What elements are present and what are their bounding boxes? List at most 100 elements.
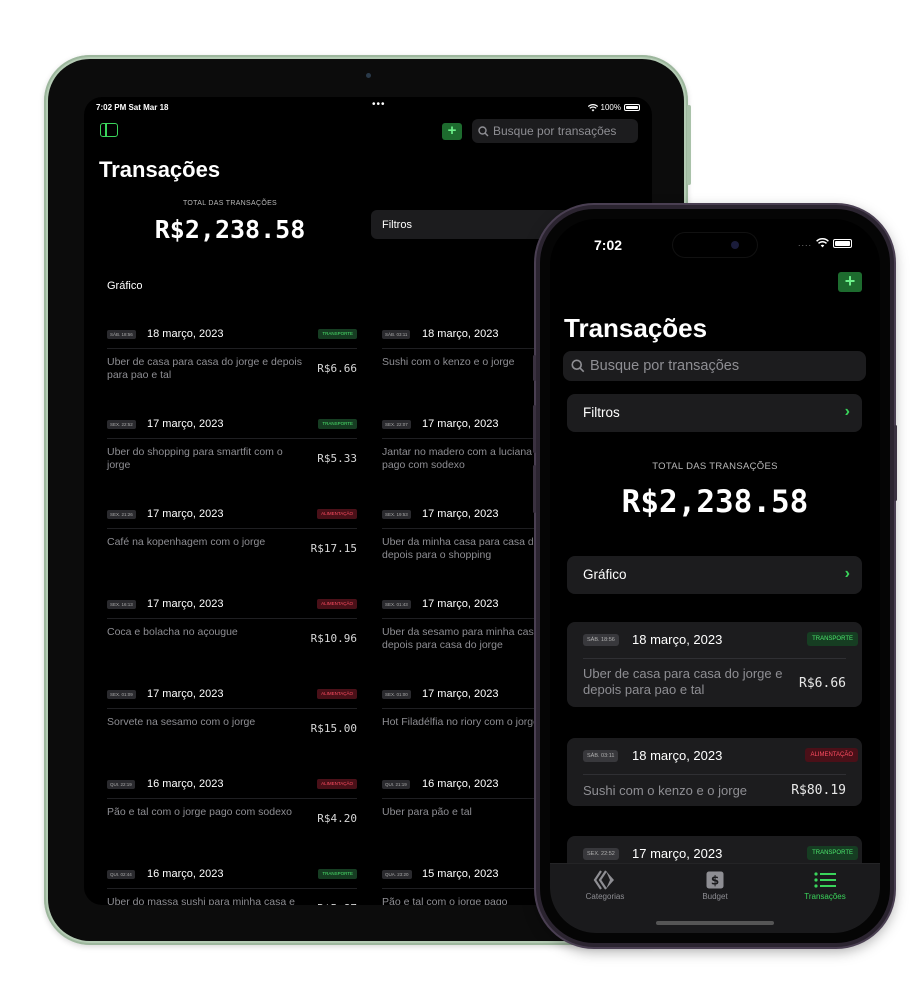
transaction-description: Pão e tal com o jorge pago com sodexo	[107, 806, 293, 818]
iphone-search-input[interactable]: Busque por transações	[563, 351, 866, 381]
tab-label: Transações	[804, 892, 846, 901]
transaction-timestamp: QUA. 23:20	[382, 870, 412, 879]
transaction-date: 17 março, 2023	[632, 846, 723, 861]
transaction-header: SÁB. 18:56 18 março, 2023 TRANSPORTE	[583, 622, 858, 659]
transaction-timestamp: SEX. 01:09	[107, 690, 136, 699]
transaction-timestamp: SÁB. 18:56	[107, 330, 136, 339]
iphone-total-value: R$2,238.58	[621, 484, 809, 520]
chevron-right-icon: ›	[844, 565, 850, 582]
iphone-volume-up	[533, 405, 536, 453]
iphone-total-label: TOTAL DAS TRANSAÇÕES	[652, 461, 778, 472]
ipad-total-value: R$2,238.58	[154, 215, 306, 244]
ipad-status-bar: 7:02 PM Sat Mar 18 ••• 100%	[96, 99, 640, 115]
ipad-chart-label: Gráfico	[107, 280, 143, 292]
search-icon	[571, 359, 585, 373]
transaction-date: 17 março, 2023	[422, 418, 499, 430]
transaction-date: 17 março, 2023	[422, 508, 499, 520]
category-badge: TRANSPORTE	[318, 419, 357, 429]
iphone-transaction-card[interactable]: SÁB. 03:11 18 março, 2023 ALIMENTAÇÃO Su…	[567, 738, 862, 806]
transaction-description: Uber do shopping para smartfit com o jor…	[107, 446, 283, 471]
transaction-timestamp: QUI. 21:19	[382, 780, 410, 789]
transaction-date: 17 março, 2023	[147, 598, 224, 610]
transaction-header: QUI. 22:19 16 março, 2023 ALIMENTAÇÃO	[107, 777, 357, 799]
transaction-date: 17 março, 2023	[147, 418, 224, 430]
transaction-timestamp: SEX. 01:00	[382, 690, 411, 699]
transaction-date: 17 março, 2023	[422, 598, 499, 610]
transaction-header: SÁB. 03:11 18 março, 2023 ALIMENTAÇÃO	[583, 738, 858, 775]
ipad-status-right: 100%	[587, 103, 640, 112]
iphone-filters-row[interactable]: Filtros ›	[567, 394, 862, 432]
dynamic-island	[673, 233, 757, 257]
transaction-description: Uber de casa para casa do jorge e depois…	[583, 666, 783, 697]
iphone-transaction-card[interactable]: SÁB. 18:56 18 março, 2023 TRANSPORTE Ube…	[567, 622, 862, 707]
transaction-date: 17 março, 2023	[147, 688, 224, 700]
iphone-device: 7:02 .... + Transações Busque por transa…	[533, 205, 897, 947]
transaction-header: SEX. 16:13 17 março, 2023 ALIMENTAÇÃO	[107, 597, 357, 619]
tab-transacoes[interactable]: Transações	[780, 868, 870, 901]
ipad-transaction-card[interactable]: SÁB. 18:56 18 março, 2023 TRANSPORTE Uber d…	[107, 327, 357, 407]
ipad-transaction-card[interactable]: SEX. 01:09 17 março, 2023 ALIMENTAÇÃO Sorve…	[107, 687, 357, 767]
transaction-header: SEX. 01:09 17 março, 2023 ALIMENTAÇÃO	[107, 687, 357, 709]
transaction-timestamp: SEX. 22:52	[583, 848, 619, 860]
add-transaction-button[interactable]: +	[442, 123, 462, 140]
ipad-transaction-card[interactable]: QUI. 22:19 16 março, 2023 ALIMENTAÇÃO Pão e…	[107, 777, 357, 857]
transaction-timestamp: SÁB. 03:11	[382, 330, 411, 339]
transaction-description: Café na kopenhagem com o jorge	[107, 536, 266, 548]
ipad-transaction-card[interactable]: SEX. 16:13 17 março, 2023 ALIMENTAÇÃO Coca …	[107, 597, 357, 677]
iphone-screen: 7:02 .... + Transações Busque por transa…	[550, 219, 880, 933]
transaction-timestamp: QUI. 02:44	[107, 870, 135, 879]
tab-label: Categorias	[585, 892, 625, 901]
iphone-action-button	[533, 355, 536, 381]
transaction-header: QUI. 02:44 16 março, 2023 TRANSPORTE	[107, 867, 357, 889]
ipad-search-input[interactable]: Busque por transações	[472, 119, 638, 143]
transaction-amount: R$6.66	[799, 676, 846, 691]
transaction-description: Uber do massa sushi para minha casa e	[107, 896, 295, 905]
ipad-page-title: Transações	[99, 157, 221, 182]
signal-icon: ....	[797, 238, 812, 248]
transaction-date: 18 março, 2023	[632, 748, 723, 763]
transaction-description: Coca e bolacha no açougue	[107, 626, 238, 638]
ipad-side-button	[687, 125, 691, 185]
sidebar-toggle-icon[interactable]	[100, 123, 118, 137]
transaction-date: 15 março, 2023	[422, 868, 499, 880]
transaction-timestamp: SEX. 01:43	[382, 600, 411, 609]
ipad-transaction-card[interactable]: SEX. 22:52 17 março, 2023 TRANSPORTE Uber d…	[107, 417, 357, 497]
category-badge: TRANSPORTE	[318, 329, 357, 339]
transaction-amount: R$5.33	[317, 452, 357, 465]
transaction-date: 16 março, 2023	[147, 778, 224, 790]
ipad-transaction-card[interactable]: SEX. 21:26 17 março, 2023 ALIMENTAÇÃO Café …	[107, 507, 357, 587]
transaction-timestamp: SÁB. 18:56	[583, 634, 619, 646]
transaction-timestamp: SEX. 19:53	[382, 510, 411, 519]
tab-label: Budget	[702, 892, 728, 901]
transaction-timestamp: QUI. 22:19	[107, 780, 135, 789]
transaction-description: Sushi com o kenzo e o jorge	[583, 783, 748, 798]
iphone-status-right: ....	[798, 238, 852, 248]
ipad-chart-row[interactable]: Gráfico	[107, 280, 142, 292]
ipad-battery-percent: 100%	[600, 103, 621, 112]
battery-icon	[624, 104, 640, 111]
iphone-chart-row[interactable]: Gráfico ›	[567, 556, 862, 594]
tab-categorias[interactable]: Categorias	[560, 868, 650, 901]
ipad-transaction-card[interactable]: QUI. 02:44 16 março, 2023 TRANSPORTE Uber d…	[107, 867, 357, 905]
transaction-amount: R$15.00	[310, 722, 357, 735]
category-badge: ALIMENTAÇÃO	[317, 689, 357, 699]
category-badge: ALIMENTAÇÃO	[805, 748, 858, 762]
tab-budget[interactable]: $ Budget	[670, 868, 760, 901]
iphone-page-title: Transações	[564, 313, 708, 343]
wifi-icon	[587, 103, 598, 111]
transaction-timestamp: SEX. 22:07	[382, 420, 411, 429]
list-icon	[780, 868, 870, 892]
transaction-timestamp: SEX. 22:52	[107, 420, 136, 429]
ipad-multitask-dots[interactable]: •••	[372, 99, 386, 110]
transaction-header: SEX. 22:52 17 março, 2023 TRANSPORTE	[107, 417, 357, 439]
home-indicator[interactable]	[656, 921, 774, 925]
transaction-timestamp: SEX. 21:26	[107, 510, 136, 519]
transaction-description: Sorvete na sesamo com o jorge	[107, 716, 256, 728]
transaction-amount: R$6.66	[317, 362, 357, 375]
ipad-camera	[366, 73, 371, 78]
category-badge: TRANSPORTE	[807, 846, 858, 860]
dollar-icon: $	[670, 868, 760, 892]
category-badge: TRANSPORTE	[318, 869, 357, 879]
transaction-date: 17 março, 2023	[422, 688, 499, 700]
add-transaction-button[interactable]: +	[838, 272, 862, 292]
